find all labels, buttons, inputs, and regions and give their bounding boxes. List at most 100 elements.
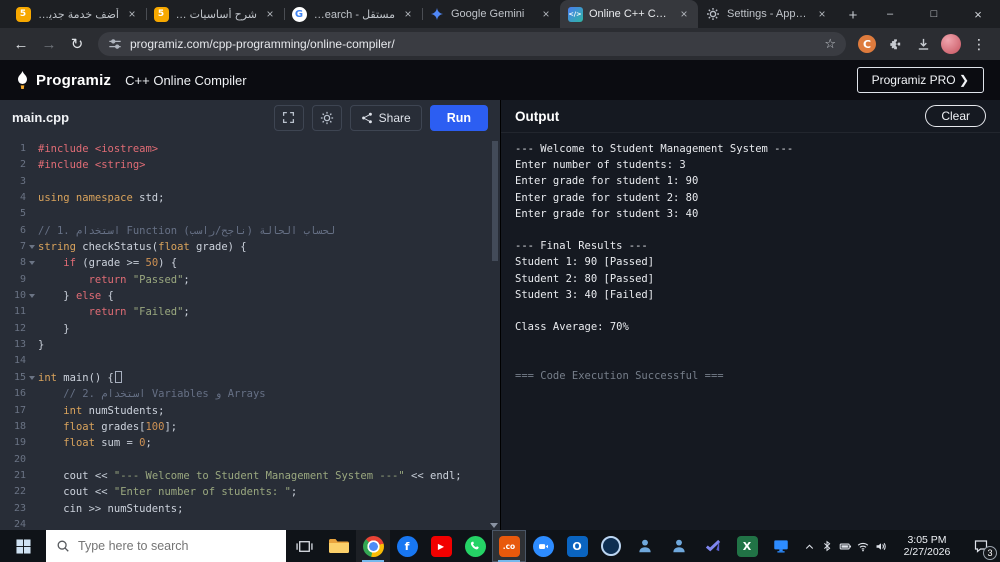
- code-line[interactable]: 13}: [0, 337, 500, 353]
- scrollbar-thumb[interactable]: [492, 141, 498, 261]
- app-co-icon[interactable]: .co: [492, 530, 526, 562]
- theme-toggle-sun-icon[interactable]: [311, 104, 342, 131]
- tab-close-icon[interactable]: ×: [125, 7, 139, 21]
- code-line[interactable]: 12 }: [0, 321, 500, 337]
- code-text: using namespace std;: [38, 192, 165, 205]
- start-button[interactable]: [0, 530, 46, 562]
- file-tab-main-cpp[interactable]: main.cpp: [12, 110, 69, 125]
- code-line[interactable]: 3: [0, 174, 500, 190]
- fold-caret-icon[interactable]: [26, 288, 38, 304]
- tray-hidden-icons-icon[interactable]: [800, 532, 818, 560]
- tab-google-gemini[interactable]: Google Gemini ×: [422, 0, 560, 28]
- app-outlook-icon[interactable]: O: [560, 530, 594, 562]
- search-input[interactable]: [78, 539, 276, 553]
- tab-programming-basics[interactable]: 5 شرح أساسيات البرمجة ×: [146, 0, 284, 28]
- app-file-explorer-icon[interactable]: [322, 530, 356, 562]
- code-line[interactable]: 15 int main() {: [0, 370, 500, 386]
- code-line[interactable]: 11 return "Failed";: [0, 304, 500, 320]
- tab-settings-appearance[interactable]: Settings - Appearance ×: [698, 0, 836, 28]
- taskbar-search[interactable]: [46, 530, 286, 562]
- tab-close-icon[interactable]: ×: [539, 7, 553, 21]
- url-text[interactable]: programiz.com/cpp-programming/online-com…: [130, 37, 816, 51]
- output-line: Student 1: 90 [Passed]: [515, 256, 655, 269]
- fold-caret-icon[interactable]: [26, 370, 38, 386]
- fold-caret-icon[interactable]: [26, 255, 38, 271]
- code-line[interactable]: 19 float sum = 0;: [0, 435, 500, 451]
- editor-scrollbar[interactable]: [491, 139, 499, 516]
- app-facebook-icon[interactable]: f: [390, 530, 424, 562]
- code-line[interactable]: 9 return "Passed";: [0, 272, 500, 288]
- app-blue-ring-icon[interactable]: [594, 530, 628, 562]
- code-line[interactable]: 2 #include <string>: [0, 157, 500, 173]
- code-line[interactable]: 14: [0, 353, 500, 369]
- menu-dots-icon[interactable]: ⋮: [966, 31, 992, 57]
- tab-online-cpp-compiler[interactable]: </> Online C++ Compiler ×: [560, 0, 698, 28]
- tab-close-icon[interactable]: ×: [677, 7, 691, 21]
- code-editor[interactable]: 1 #include <iostream> 2 #include <string> 3 4…: [0, 135, 500, 530]
- task-view-icon[interactable]: [286, 530, 322, 562]
- back-icon[interactable]: ←: [8, 31, 34, 57]
- code-line[interactable]: 24: [0, 517, 500, 530]
- fullscreen-icon[interactable]: [273, 104, 304, 131]
- code-line[interactable]: 1 #include <iostream>: [0, 141, 500, 157]
- tab-close-icon[interactable]: ×: [401, 7, 415, 21]
- code-line[interactable]: 17 int numStudents;: [0, 403, 500, 419]
- tab-google-search-mostaql[interactable]: G مستقل - Google Search ×: [284, 0, 422, 28]
- tray-bluetooth-icon[interactable]: [818, 532, 836, 560]
- fold-caret-icon[interactable]: [26, 239, 38, 255]
- app-youtube-icon[interactable]: ▶: [424, 530, 458, 562]
- extension-c-icon[interactable]: C: [854, 31, 880, 57]
- tab-khamsat-new-service[interactable]: 5 أضف خدمة جديدة - خ ×: [8, 0, 146, 28]
- code-line[interactable]: 23 cin >> numStudents;: [0, 501, 500, 517]
- code-text: cout << "Enter number of students: ";: [38, 486, 298, 499]
- app-monitor-icon[interactable]: [764, 530, 798, 562]
- reload-icon[interactable]: ↻: [64, 31, 90, 57]
- app-visual-studio-icon[interactable]: [696, 530, 730, 562]
- line-number: 2: [19, 159, 26, 171]
- clear-button[interactable]: Clear: [925, 105, 986, 127]
- fold-gutter: [26, 386, 38, 402]
- app-excel-icon[interactable]: X: [730, 530, 764, 562]
- maximize-button[interactable]: □: [912, 0, 956, 28]
- share-button[interactable]: Share: [349, 104, 422, 131]
- scroll-down-icon[interactable]: [490, 523, 498, 528]
- app-people-2-icon[interactable]: [662, 530, 696, 562]
- code-line[interactable]: 21 cout << "--- Welcome to Student Manag…: [0, 468, 500, 484]
- code-line[interactable]: 22 cout << "Enter number of students: ";: [0, 484, 500, 500]
- extensions-puzzle-icon[interactable]: [882, 31, 908, 57]
- code-line[interactable]: 10 } else {: [0, 288, 500, 304]
- tray-battery-icon[interactable]: [836, 532, 854, 560]
- line-number: 1: [19, 143, 26, 154]
- site-settings-icon[interactable]: [108, 37, 122, 51]
- tab-close-icon[interactable]: ×: [263, 7, 277, 21]
- new-tab-button[interactable]: +: [840, 2, 866, 28]
- code-line[interactable]: 4 using namespace std;: [0, 190, 500, 206]
- code-line[interactable]: 16 // 2. استخدام Variables و Arrays: [0, 386, 500, 402]
- minimize-button[interactable]: –: [868, 0, 912, 28]
- brand-name[interactable]: Programiz: [36, 72, 111, 89]
- address-bar[interactable]: programiz.com/cpp-programming/online-com…: [98, 32, 846, 56]
- code-line[interactable]: 6 // 1. استخدام Function لحساب الحالة (نا…: [0, 223, 500, 239]
- programiz-pro-button[interactable]: Programiz PRO ❯: [856, 67, 984, 93]
- app-chrome-icon[interactable]: [356, 530, 390, 562]
- app-whatsapp-icon[interactable]: [458, 530, 492, 562]
- code-line[interactable]: 7 string checkStatus(float grade) {: [0, 239, 500, 255]
- action-center-icon[interactable]: 3: [964, 530, 998, 562]
- tray-volume-icon[interactable]: [872, 532, 890, 560]
- bookmark-star-icon[interactable]: ☆: [824, 36, 836, 52]
- run-button[interactable]: Run: [429, 104, 488, 131]
- code-line[interactable]: 20: [0, 452, 500, 468]
- downloads-icon[interactable]: [910, 31, 936, 57]
- app-people-1-icon[interactable]: [628, 530, 662, 562]
- tray-network-icon[interactable]: [854, 532, 872, 560]
- forward-icon[interactable]: →: [36, 31, 62, 57]
- code-line[interactable]: 8 if (grade >= 50) {: [0, 255, 500, 271]
- code-line[interactable]: 5: [0, 206, 500, 222]
- taskbar-clock[interactable]: 3:05 PM 2/27/2026: [899, 534, 955, 559]
- app-zoom-icon[interactable]: [526, 530, 560, 562]
- tab-close-icon[interactable]: ×: [815, 7, 829, 21]
- close-window-button[interactable]: ×: [956, 0, 1000, 28]
- code-line[interactable]: 18 float grades[100];: [0, 419, 500, 435]
- profile-avatar[interactable]: [938, 31, 964, 57]
